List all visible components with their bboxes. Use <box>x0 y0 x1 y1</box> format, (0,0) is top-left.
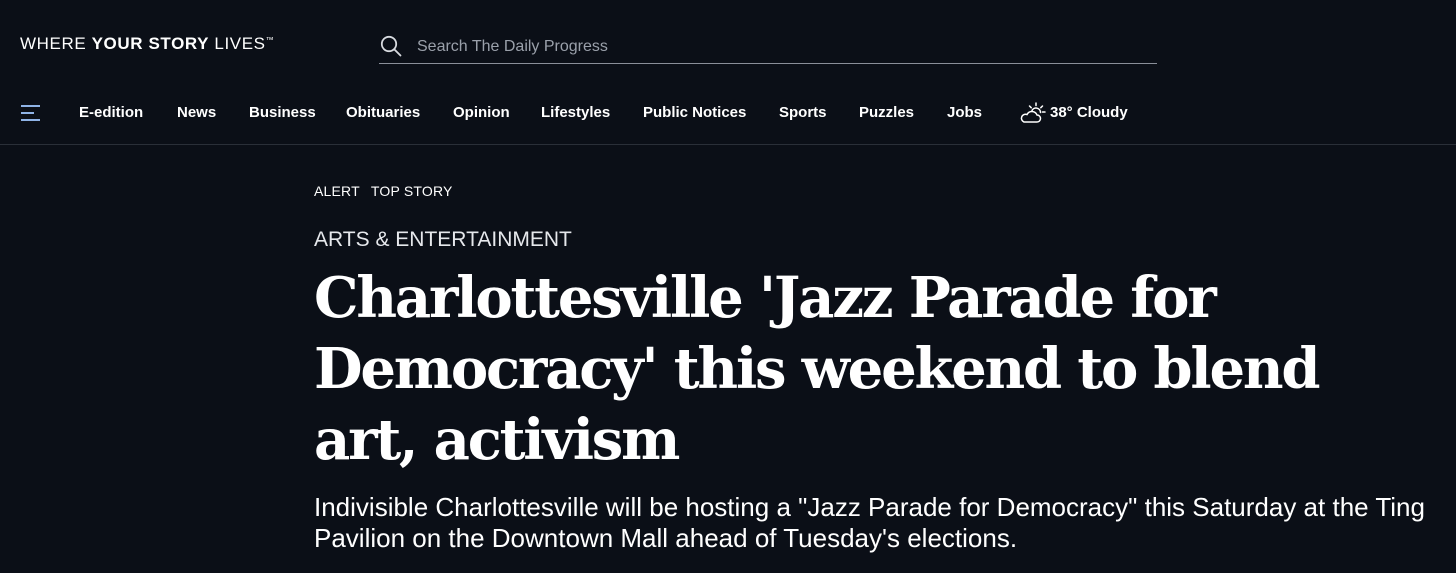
search-bar <box>379 30 1157 64</box>
search-icon[interactable] <box>379 34 403 58</box>
nav-item-puzzles[interactable]: Puzzles <box>859 104 914 121</box>
article-headline: Charlottesville 'Jazz Parade for Democra… <box>314 265 1321 473</box>
top-story-label[interactable]: TOP STORY <box>371 183 453 199</box>
tagline-bold: YOUR STORY <box>91 34 210 53</box>
nav-item-jobs[interactable]: Jobs <box>947 104 982 121</box>
nav-item-obituaries[interactable]: Obituaries <box>346 104 420 121</box>
tagline-part1: WHERE <box>20 34 92 53</box>
partly-cloudy-icon <box>1020 102 1046 123</box>
trademark-mark: ™ <box>265 35 274 45</box>
search-input[interactable] <box>415 33 1119 61</box>
article-summary: Indivisible Charlottesville will be host… <box>314 492 1425 553</box>
section-label[interactable]: ARTS & ENTERTAINMENT <box>314 228 572 252</box>
site-tagline-logo[interactable]: WHERE YOUR STORY LIVES™ <box>20 34 274 54</box>
nav-item-e-edition[interactable]: E-edition <box>79 104 143 121</box>
nav-item-opinion[interactable]: Opinion <box>453 104 510 121</box>
nav-item-business[interactable]: Business <box>249 104 316 121</box>
hamburger-menu-icon[interactable] <box>20 103 42 123</box>
nav-item-news[interactable]: News <box>177 104 216 121</box>
nav-item-lifestyles[interactable]: Lifestyles <box>541 104 610 121</box>
nav-item-sports[interactable]: Sports <box>779 104 827 121</box>
weather-text: 38° Cloudy <box>1050 104 1128 121</box>
article-labels: ALERT TOP STORY <box>314 183 464 199</box>
top-bar: WHERE YOUR STORY LIVES™ <box>0 0 1456 90</box>
alert-label[interactable]: ALERT <box>314 183 360 199</box>
main-navigation: E-edition News Business Obituaries Opini… <box>0 90 1456 145</box>
nav-item-public-notices[interactable]: Public Notices <box>643 104 746 121</box>
tagline-part2: LIVES <box>209 34 266 53</box>
